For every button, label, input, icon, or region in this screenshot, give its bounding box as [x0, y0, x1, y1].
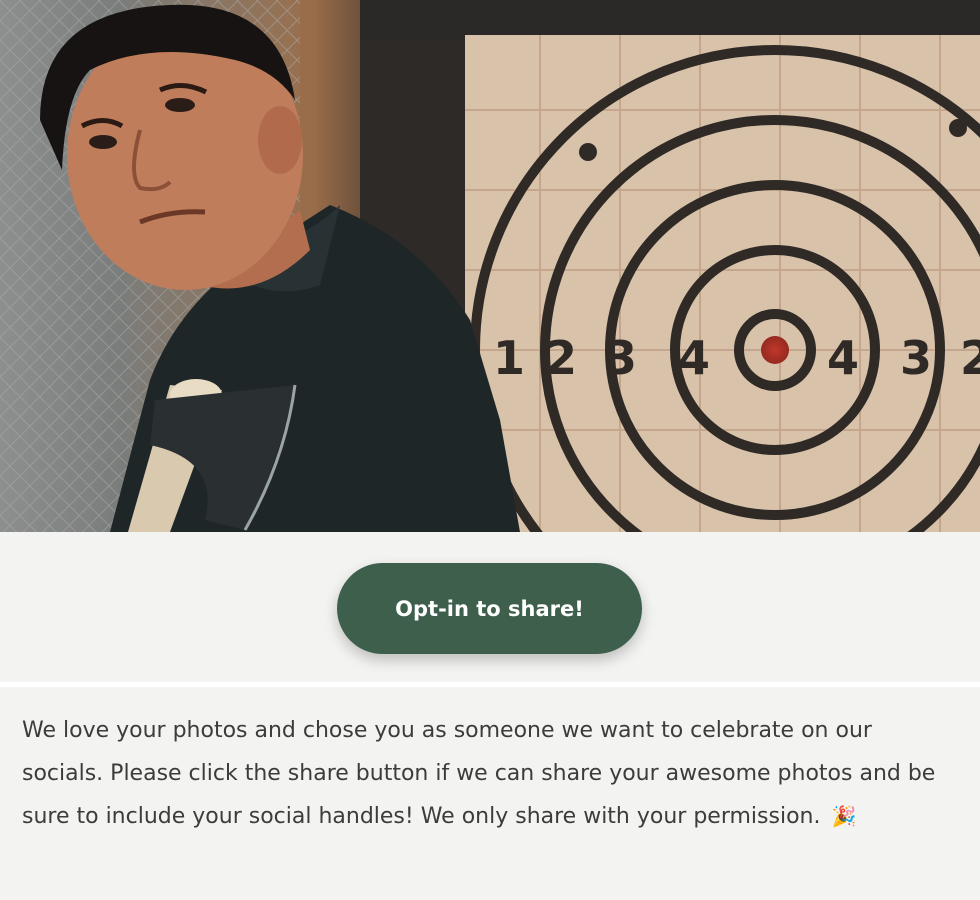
target-number: 2 — [960, 331, 980, 385]
hero-image: 1 2 3 4 4 3 2 — [0, 0, 980, 532]
target-number: 3 — [900, 331, 932, 385]
target-number: 4 — [827, 331, 859, 385]
target-number: 4 — [678, 331, 710, 385]
message-body: We love your photos and chose you as som… — [22, 718, 936, 829]
target-number: 2 — [545, 331, 577, 385]
hero-photo: 1 2 3 4 4 3 2 — [0, 0, 980, 532]
party-popper-icon: 🎉 — [831, 804, 857, 828]
message-section: We love your photos and chose you as som… — [0, 687, 980, 900]
opt-in-share-button[interactable]: Opt-in to share! — [337, 563, 642, 654]
target-number: 3 — [605, 331, 637, 385]
message-text: We love your photos and chose you as som… — [22, 709, 952, 838]
target-number: 1 — [493, 331, 525, 385]
